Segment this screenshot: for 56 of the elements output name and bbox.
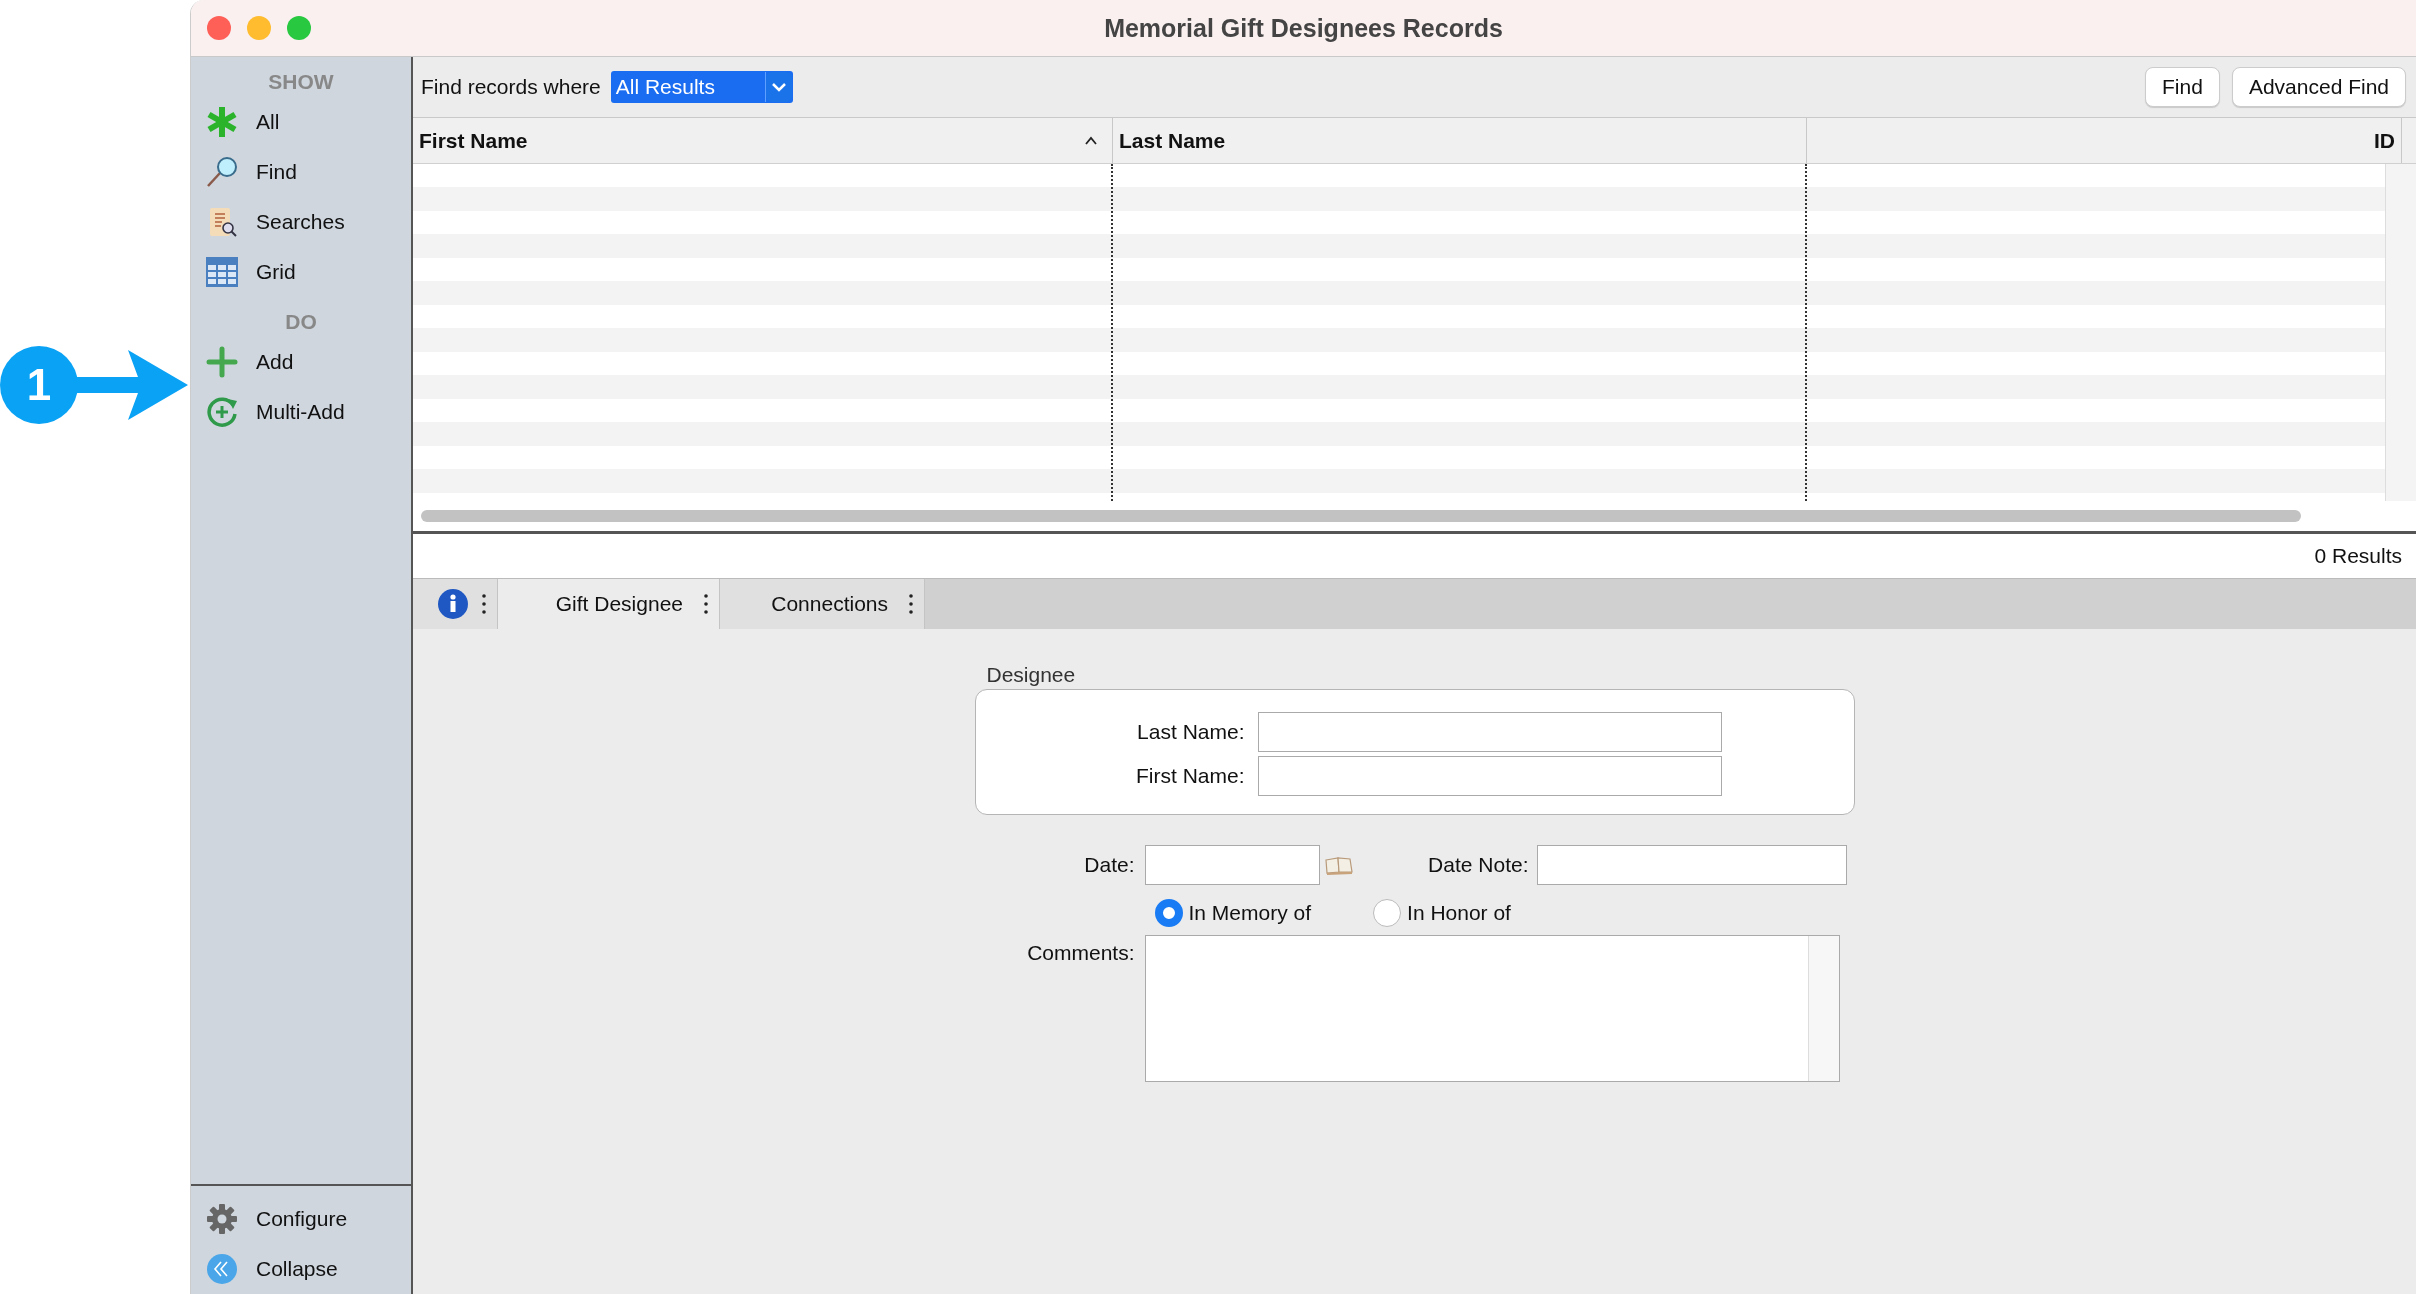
plus-icon	[206, 346, 238, 378]
minimize-button[interactable]	[247, 16, 271, 40]
input-field[interactable]	[1257, 712, 1722, 752]
sidebar-item[interactable]: Collapse	[191, 1244, 411, 1294]
filter-dropdown[interactable]: All Results	[610, 71, 793, 103]
date-field[interactable]	[1144, 845, 1320, 885]
scrollbar-thumb[interactable]	[421, 510, 2301, 522]
more-icon[interactable]	[481, 593, 487, 615]
close-button[interactable]	[207, 16, 231, 40]
sidebar-item[interactable]: Searches	[191, 197, 411, 247]
book-icon[interactable]	[1323, 855, 1354, 875]
vertical-scrollbar[interactable]	[2385, 164, 2416, 501]
more-icon[interactable]	[703, 593, 709, 615]
column-header[interactable]: Last Name	[1113, 118, 1807, 163]
results-count: 0 Results	[2314, 544, 2402, 568]
info-icon	[437, 588, 469, 620]
step-badge: 1	[0, 346, 78, 424]
sidebar-item[interactable]: Configure	[191, 1194, 411, 1244]
gear-icon	[206, 1203, 238, 1235]
grid-icon	[206, 256, 238, 288]
sidebar-item[interactable]: Add	[191, 337, 411, 387]
window-title: Memorial Gift Designees Records	[1104, 13, 1503, 43]
field-label: Comments:	[1026, 940, 1136, 965]
sidebar-item[interactable]: Multi-Add	[191, 387, 411, 437]
radio-button[interactable]	[1373, 899, 1402, 927]
sidebar-item[interactable]: All	[191, 97, 411, 147]
input-field[interactable]	[1536, 845, 1847, 885]
zoom-button[interactable]	[287, 16, 311, 40]
circular-plus-icon	[206, 396, 238, 428]
field-label: Date:	[1083, 853, 1136, 877]
chevron-icon	[764, 72, 792, 102]
input-field[interactable]	[1257, 756, 1722, 796]
field-label: First Name:	[1135, 764, 1246, 788]
asterisk-icon	[206, 106, 238, 138]
radio-option[interactable]: In Memory of	[1154, 899, 1312, 927]
section-heading: DO	[284, 309, 318, 335]
field-label: Date Note:	[1427, 853, 1530, 877]
tab[interactable]: Connections	[720, 579, 925, 629]
column-header[interactable]: First Name	[413, 118, 1113, 163]
radio-option[interactable]: In Honor of	[1373, 899, 1511, 927]
tab[interactable]: Gift Designee	[498, 579, 720, 629]
section-heading: SHOW	[267, 69, 335, 95]
column-header[interactable]: ID	[1807, 118, 2402, 163]
sidebar-item[interactable]: Find	[191, 147, 411, 197]
radio-button[interactable]	[1154, 899, 1183, 927]
sidebar-item[interactable]: Grid	[191, 247, 411, 297]
more-icon[interactable]	[908, 593, 914, 615]
tab[interactable]	[413, 579, 498, 629]
field-label: Last Name:	[1136, 720, 1246, 744]
collapse-icon	[206, 1253, 238, 1285]
toolbar-button[interactable]: Advanced Find	[2231, 67, 2406, 107]
group-title: Designee	[985, 663, 1077, 688]
filter-label: Find records where	[421, 75, 601, 99]
search-icon	[206, 156, 238, 188]
comments-field[interactable]	[1144, 935, 1840, 1082]
toolbar-button[interactable]: Find	[2145, 67, 2220, 107]
